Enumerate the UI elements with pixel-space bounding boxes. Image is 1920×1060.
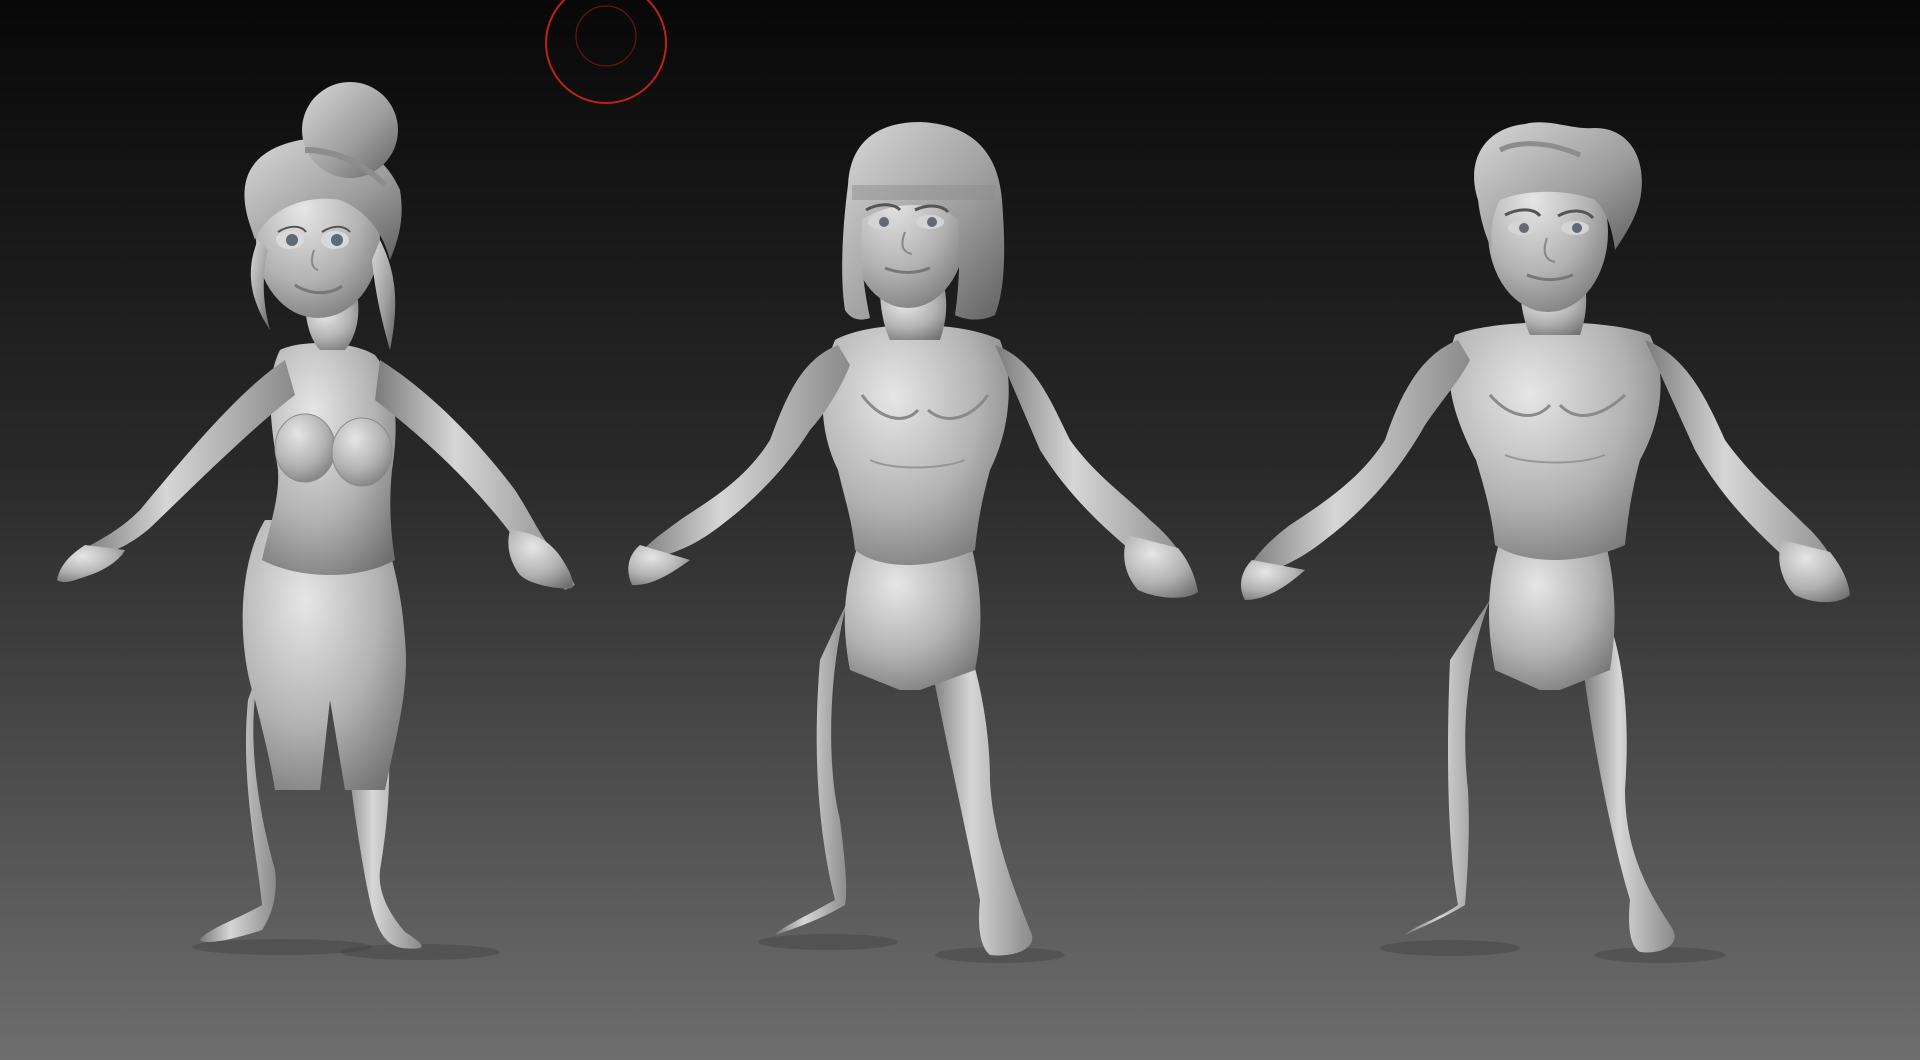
zbrush-document-viewport[interactable] <box>0 0 1920 1060</box>
viewport-canvas[interactable] <box>0 0 1920 1060</box>
